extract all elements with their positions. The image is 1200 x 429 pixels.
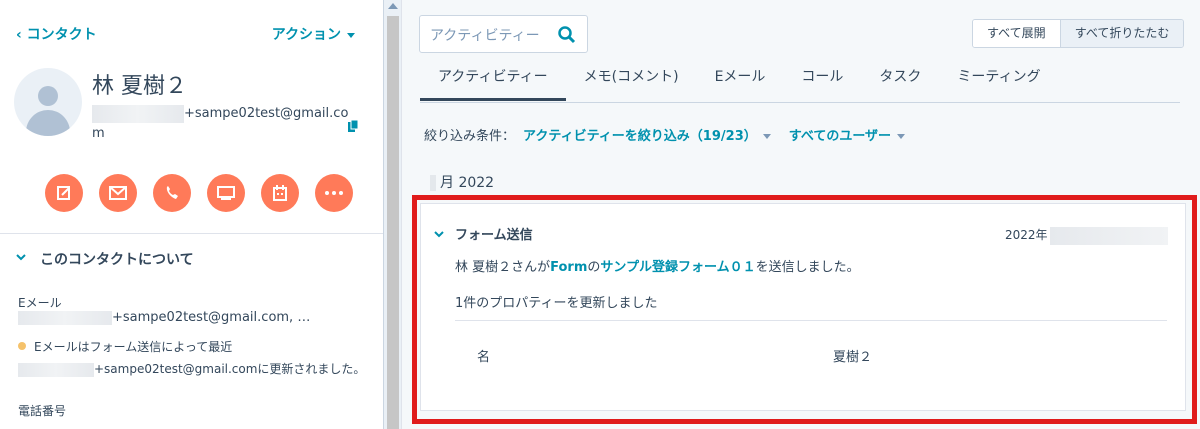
note-button[interactable] [45,174,83,212]
phone-label: 電話番号 [18,404,67,418]
caret-down-icon [347,32,355,38]
about-section-header[interactable]: このコンタクトについて [40,249,194,269]
email-icon [109,186,127,200]
call-button[interactable] [153,174,191,212]
email-updated-note-2: +sampe02test@gmail.comに更新されました。 [18,360,365,377]
search-icon[interactable] [558,26,576,44]
filter-users-dropdown[interactable]: すべてのユーザー [789,129,906,144]
redacted-block [430,175,436,191]
redacted-block [92,104,184,123]
back-to-contacts-link[interactable]: ‹ コンタクト [16,24,97,44]
expand-collapse-group: すべて展開 すべて折りたたむ [972,19,1185,48]
email-label: Eメール [18,296,62,310]
expand-all-button[interactable]: すべて展開 [973,20,1060,47]
highlight-annotation-box [412,195,1197,424]
scroll-up-icon[interactable] [388,3,398,9]
meeting-icon [273,185,287,201]
more-icon [325,191,343,195]
redacted-block [18,362,94,377]
status-dot [18,342,26,350]
quick-actions [45,174,353,212]
tab-activity[interactable]: アクティビティー [420,66,566,104]
actions-label: アクション [271,27,341,43]
tab-meetings[interactable]: ミーティング [939,66,1058,104]
tab-tasks[interactable]: タスク [861,66,939,104]
log-icon [217,186,235,200]
actions-dropdown[interactable]: アクション [272,24,355,44]
email-button[interactable] [99,174,137,212]
email-updated-note: Eメールはフォーム送信によって最近 [34,340,233,354]
call-icon [166,186,178,199]
tab-notes[interactable]: メモ(コメント) [566,66,697,104]
chevron-down-icon[interactable] [16,253,26,261]
filter-activity-dropdown[interactable]: アクティビティーを絞り込み（19/23） [523,129,771,144]
contact-email: +sampe02test@gmail.com [92,104,354,144]
tab-calls[interactable]: コール [783,66,861,104]
email-value[interactable]: +sampe02test@gmail.com, … [18,310,310,325]
caret-down-icon [897,134,906,139]
contact-sidebar: ‹ コンタクト アクション 林 夏樹２ +sampe02test@gmail.c… [0,0,384,429]
activity-search-input[interactable]: アクティビティー [419,15,588,53]
avatar[interactable] [14,68,82,136]
sidebar-scrollbar[interactable] [384,0,402,429]
scrollbar-thumb[interactable] [387,16,399,429]
search-placeholder: アクティビティー [430,28,540,44]
filter-bar: 絞り込み条件： アクティビティーを絞り込み（19/23） すべてのユーザー [424,125,906,144]
collapse-all-button[interactable]: すべて折りたたむ [1059,20,1184,47]
activity-tabs: アクティビティー メモ(コメント) Eメール コール タスク ミーティング [420,66,1059,104]
more-button[interactable] [315,174,353,212]
meeting-button[interactable] [261,174,299,212]
month-header: 月 2022 [430,172,494,192]
tab-emails[interactable]: Eメール [697,66,784,104]
log-button[interactable] [207,174,245,212]
divider [0,233,383,234]
note-icon [57,186,70,200]
redacted-block [18,310,112,325]
filter-label: 絞り込み条件： [424,129,516,144]
caret-down-icon [762,134,771,139]
tabs-divider [420,102,1180,103]
contact-name[interactable]: 林 夏樹２ [92,68,187,100]
copy-icon[interactable] [348,120,358,132]
